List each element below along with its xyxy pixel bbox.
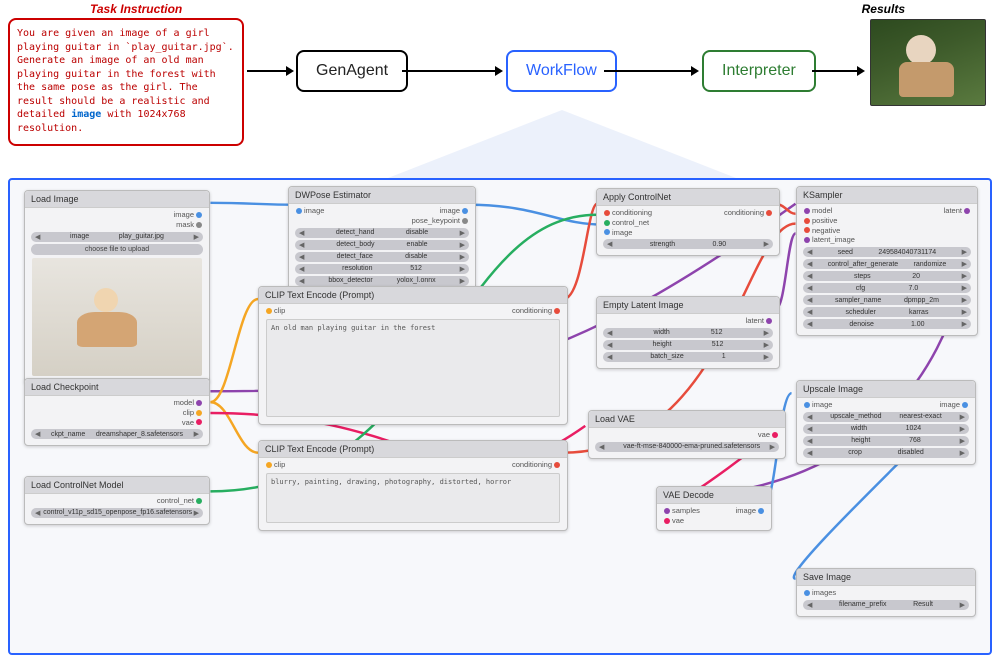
task-text-prefix: You are given an image of a girl playing… <box>17 28 234 120</box>
workflow-graph-panel[interactable]: Load Image image mask ◀imageplay_guitar.… <box>8 178 992 655</box>
arrow-icon <box>812 70 862 72</box>
arrow-icon <box>247 70 291 72</box>
node-title: Empty Latent Image <box>597 297 779 314</box>
node-title: Apply ControlNet <box>597 189 779 206</box>
node-save-image[interactable]: Save Image images ◀filename_prefixResult… <box>796 568 976 617</box>
node-vae-decode[interactable]: VAE Decode samplesimage vae <box>656 486 772 531</box>
param-controlnet[interactable]: ◀control_v11p_sd15_openpose_fp16.safeten… <box>31 508 203 518</box>
node-title: DWPose Estimator <box>289 187 475 204</box>
image-preview <box>32 258 202 376</box>
node-title: Save Image <box>797 569 975 586</box>
arrow-icon <box>604 70 696 72</box>
node-ksampler[interactable]: KSampler modellatent positive negative l… <box>796 186 978 336</box>
arrow-icon <box>402 70 500 72</box>
prompt-text[interactable]: blurry, painting, drawing, photography, … <box>266 473 560 523</box>
task-instruction-box: You are given an image of a girl playing… <box>8 18 244 146</box>
prompt-text[interactable]: An old man playing guitar in the forest <box>266 319 560 417</box>
node-title: CLIP Text Encode (Prompt) <box>259 441 567 458</box>
task-text-highlight: image <box>71 109 101 120</box>
genagent-box: GenAgent <box>296 50 408 92</box>
node-load-vae[interactable]: Load VAE vae ◀vae-ft-mse-840000-ema-prun… <box>588 410 786 459</box>
node-load-checkpoint[interactable]: Load Checkpoint model clip vae ◀ckpt_nam… <box>24 378 210 446</box>
node-title: Load VAE <box>589 411 785 428</box>
param-image[interactable]: ◀imageplay_guitar.jpg▶ <box>31 232 203 242</box>
interpreter-box: Interpreter <box>702 50 816 92</box>
upload-button[interactable]: choose file to upload <box>31 244 203 255</box>
expansion-indicator <box>388 110 736 178</box>
node-title: Load Checkpoint <box>25 379 209 396</box>
param-ckpt[interactable]: ◀ckpt_namedreamshaper_8.safetensors▶ <box>31 429 203 439</box>
task-instruction-label: Task Instruction <box>90 2 182 16</box>
node-apply-controlnet[interactable]: Apply ControlNet conditioningconditionin… <box>596 188 780 256</box>
node-title: VAE Decode <box>657 487 771 504</box>
node-title: CLIP Text Encode (Prompt) <box>259 287 567 304</box>
node-clip-positive[interactable]: CLIP Text Encode (Prompt) clipconditioni… <box>258 286 568 425</box>
node-load-controlnet[interactable]: Load ControlNet Model control_net ◀contr… <box>24 476 210 525</box>
workflow-box: WorkFlow <box>506 50 617 92</box>
node-title: KSampler <box>797 187 977 204</box>
result-image <box>870 19 986 106</box>
node-title: Load ControlNet Model <box>25 477 209 494</box>
node-empty-latent[interactable]: Empty Latent Image latent ◀width512▶ ◀he… <box>596 296 780 369</box>
node-title: Load Image <box>25 191 209 208</box>
node-upscale[interactable]: Upscale Image imageimage ◀upscale_method… <box>796 380 976 465</box>
results-label: Results <box>862 2 905 16</box>
node-clip-negative[interactable]: CLIP Text Encode (Prompt) clipconditioni… <box>258 440 568 531</box>
pipeline-header: Task Instruction You are given an image … <box>0 0 1000 175</box>
node-load-image[interactable]: Load Image image mask ◀imageplay_guitar.… <box>24 190 210 384</box>
node-title: Upscale Image <box>797 381 975 398</box>
